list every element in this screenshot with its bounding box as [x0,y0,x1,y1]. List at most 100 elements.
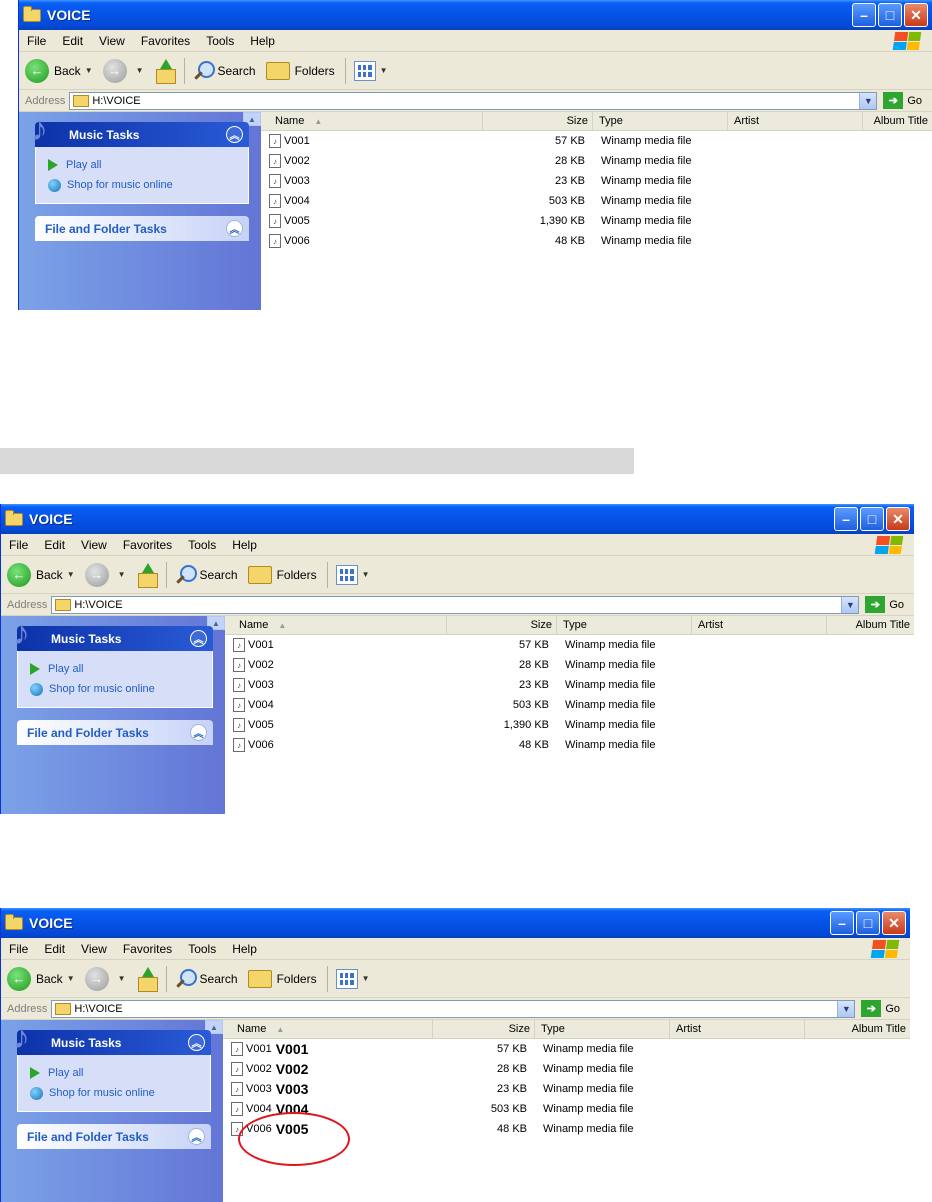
title-bar[interactable]: VOICE – □ ✕ [19,0,932,30]
chevron-down-icon[interactable]: ▼ [841,596,859,613]
menu-edit[interactable]: Edit [44,942,65,956]
chevron-down-icon[interactable]: ▼ [67,974,75,983]
collapse-chevron-icon[interactable]: ︽ [226,126,243,143]
collapse-chevron-icon[interactable]: ︽ [188,1034,205,1051]
collapse-chevron-icon[interactable]: ︽ [190,630,207,647]
column-header-type[interactable]: Type [593,112,728,130]
menu-file[interactable]: File [27,34,46,48]
chevron-down-icon[interactable]: ▼ [67,570,75,579]
forward-button[interactable]: → ▼ [102,58,144,83]
up-folder-icon[interactable] [136,562,158,588]
address-input[interactable]: H:\VOICE ▼ [51,999,856,1018]
column-header-album-title[interactable]: Album Title [827,616,914,634]
chevron-down-icon[interactable]: ▼ [859,92,877,109]
back-button[interactable]: ← Back ▼ [7,966,75,991]
menu-tools[interactable]: Tools [188,538,216,552]
column-header-size[interactable]: Size [447,616,557,634]
chevron-down-icon[interactable]: ▼ [118,974,126,983]
table-row[interactable]: ♪ V003 23 KB Winamp media file [225,675,914,695]
table-row[interactable]: ♪ V001 57 KB Winamp media file [261,131,932,151]
table-row[interactable]: ♪ V002 28 KB Winamp media file [225,655,914,675]
column-header-artist[interactable]: Artist [728,112,863,130]
close-button[interactable]: ✕ [882,911,906,935]
column-header-artist[interactable]: Artist [670,1020,805,1038]
column-header-type[interactable]: Type [535,1020,670,1038]
collapse-chevron-icon[interactable]: ︽ [190,724,207,741]
menu-help[interactable]: Help [250,34,275,48]
file-folder-tasks-header[interactable]: File and Folder Tasks ︽ [17,1124,211,1149]
chevron-down-icon[interactable]: ▼ [85,66,93,75]
go-button[interactable]: ➔ Go [865,596,904,613]
menu-favorites[interactable]: Favorites [123,538,172,552]
menu-help[interactable]: Help [232,942,257,956]
views-button[interactable]: ▼ [353,60,388,81]
forward-button[interactable]: → ▼ [84,562,126,587]
music-tasks-header[interactable]: ♪ Music Tasks ︽ [13,1020,211,1055]
menu-tools[interactable]: Tools [206,34,234,48]
title-bar[interactable]: VOICE – □ ✕ [1,908,910,938]
table-row[interactable]: ♪ V002 V002 28 KB Winamp media file [223,1059,910,1079]
table-row[interactable]: ♪ V005 1,390 KB Winamp media file [261,211,932,231]
play-all-link[interactable]: Play all [30,1063,202,1083]
column-header-album-title[interactable]: Album Title [863,112,932,130]
minimize-button[interactable]: – [830,911,854,935]
table-row[interactable]: ♪ V004 503 KB Winamp media file [261,191,932,211]
collapse-chevron-icon[interactable]: ︽ [226,220,243,237]
table-row[interactable]: ♪ V003 23 KB Winamp media file [261,171,932,191]
shop-music-link[interactable]: Shop for music online [30,679,204,699]
search-button[interactable]: Search [193,60,256,82]
chevron-down-icon[interactable]: ▼ [136,66,144,75]
menu-favorites[interactable]: Favorites [123,942,172,956]
title-bar[interactable]: VOICE – □ ✕ [1,504,914,534]
menu-view[interactable]: View [99,34,125,48]
column-header-size[interactable]: Size [433,1020,535,1038]
table-row[interactable]: ♪ V004 503 KB Winamp media file [225,695,914,715]
chevron-down-icon[interactable]: ▼ [837,1000,855,1017]
chevron-down-icon[interactable]: ▼ [118,570,126,579]
back-button[interactable]: ← Back ▼ [7,562,75,587]
minimize-button[interactable]: – [852,3,876,27]
menu-tools[interactable]: Tools [188,942,216,956]
address-input[interactable]: H:\VOICE ▼ [69,91,878,110]
menu-file[interactable]: File [9,538,28,552]
column-header-artist[interactable]: Artist [692,616,827,634]
up-folder-icon[interactable] [154,58,176,84]
table-row[interactable]: ♪ V006 48 KB Winamp media file [261,231,932,251]
address-input[interactable]: H:\VOICE ▼ [51,595,860,614]
menu-help[interactable]: Help [232,538,257,552]
menu-edit[interactable]: Edit [44,538,65,552]
folders-button[interactable]: Folders [247,969,317,988]
maximize-button[interactable]: □ [856,911,880,935]
collapse-chevron-icon[interactable]: ︽ [188,1128,205,1145]
column-header-type[interactable]: Type [557,616,692,634]
menu-view[interactable]: View [81,942,107,956]
table-row[interactable]: ♪ V001 V001 57 KB Winamp media file [223,1039,910,1059]
close-button[interactable]: ✕ [904,3,928,27]
chevron-down-icon[interactable]: ▼ [362,974,370,983]
column-header-name[interactable]: Name ▲ [225,616,447,634]
folders-button[interactable]: Folders [265,61,335,80]
up-folder-icon[interactable] [136,966,158,992]
close-button[interactable]: ✕ [886,507,910,531]
views-button[interactable]: ▼ [335,564,370,585]
folders-button[interactable]: Folders [247,565,317,584]
search-button[interactable]: Search [175,564,238,586]
go-button[interactable]: ➔ Go [883,92,922,109]
play-all-link[interactable]: Play all [30,659,204,679]
chevron-down-icon[interactable]: ▼ [362,570,370,579]
search-button[interactable]: Search [175,968,238,990]
music-tasks-header[interactable]: ♪ Music Tasks ︽ [13,616,213,651]
menu-favorites[interactable]: Favorites [141,34,190,48]
table-row[interactable]: ♪ V002 28 KB Winamp media file [261,151,932,171]
forward-button[interactable]: → ▼ [84,966,126,991]
menu-view[interactable]: View [81,538,107,552]
minimize-button[interactable]: – [834,507,858,531]
file-folder-tasks-header[interactable]: File and Folder Tasks ︽ [17,720,213,745]
menu-file[interactable]: File [9,942,28,956]
table-row[interactable]: ♪ V005 1,390 KB Winamp media file [225,715,914,735]
maximize-button[interactable]: □ [878,3,902,27]
column-header-size[interactable]: Size [483,112,593,130]
views-button[interactable]: ▼ [335,968,370,989]
column-header-name[interactable]: Name ▲ [261,112,483,130]
table-row[interactable]: ♪ V006 48 KB Winamp media file [225,735,914,755]
